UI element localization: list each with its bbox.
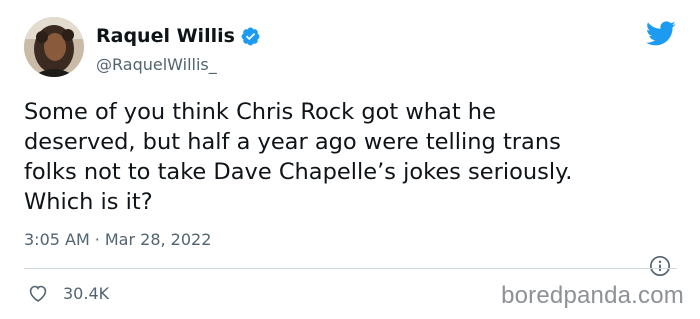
like-button[interactable]: 30.4K (27, 283, 109, 304)
watermark: boredpanda.com (501, 282, 684, 309)
verified-badge-icon (240, 26, 261, 47)
avatar[interactable] (24, 17, 84, 77)
meta-separator: · (94, 230, 100, 249)
divider (24, 268, 677, 269)
display-name[interactable]: Raquel Willis (96, 25, 235, 47)
tweet-timestamp[interactable]: 3:05 AM · Mar 28, 2022 (24, 230, 211, 249)
twitter-bird-icon[interactable] (644, 18, 678, 48)
tweet-date[interactable]: Mar 28, 2022 (105, 230, 212, 249)
heart-icon[interactable] (27, 283, 49, 304)
tweet-time[interactable]: 3:05 AM (24, 230, 90, 249)
author-name-row[interactable]: Raquel Willis (96, 25, 261, 47)
info-icon[interactable] (649, 255, 671, 277)
tweet-text: Some of you think Chris Rock got what he… (24, 99, 573, 215)
tweet-card: Raquel Willis @RaquelWillis_ Some of you… (0, 0, 700, 319)
author-handle[interactable]: @RaquelWillis_ (96, 55, 217, 74)
like-count: 30.4K (63, 284, 110, 303)
avatar-image (24, 17, 84, 77)
